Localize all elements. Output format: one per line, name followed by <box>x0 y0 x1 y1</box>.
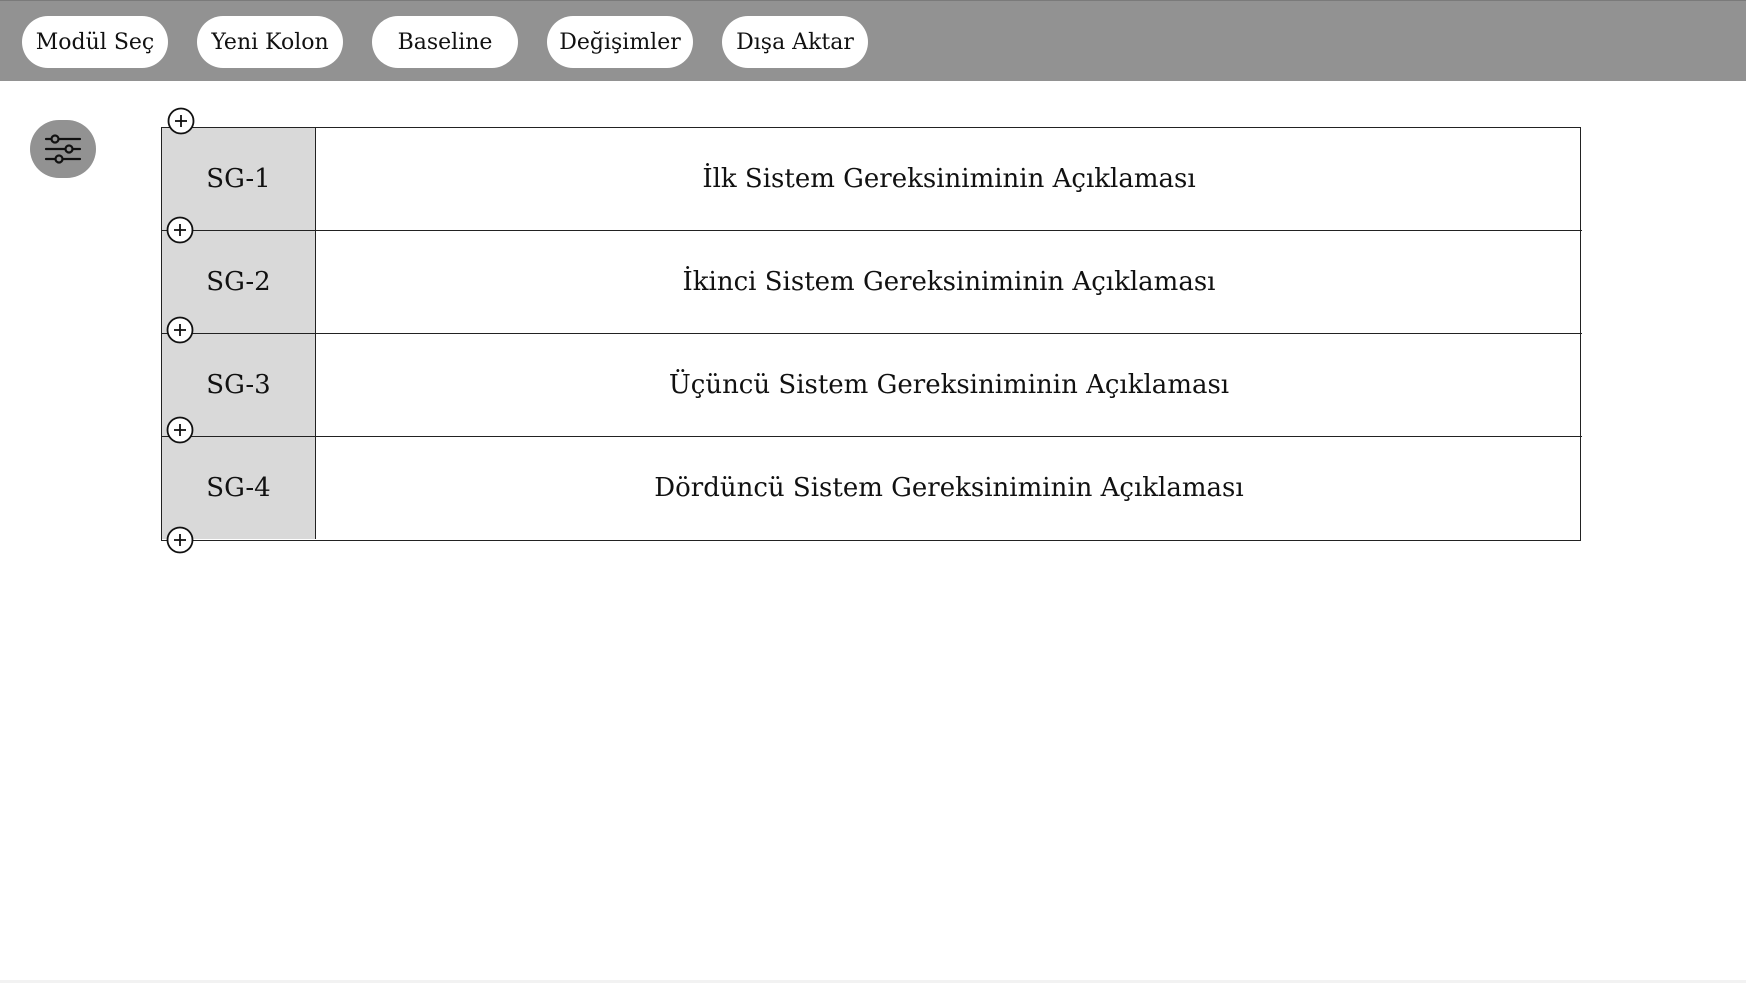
plus-circle-icon <box>166 526 194 554</box>
requirements-table: SG-1 İlk Sistem Gereksiniminin Açıklamas… <box>161 127 1582 541</box>
add-row-button[interactable] <box>166 416 194 444</box>
export-button[interactable]: Dışa Aktar <box>722 16 868 68</box>
requirement-id: SG-1 <box>162 128 316 230</box>
module-select-button[interactable]: Modül Seç <box>22 16 168 68</box>
plus-circle-icon <box>166 216 194 244</box>
add-row-button[interactable] <box>166 316 194 344</box>
plus-circle-icon <box>167 107 195 135</box>
plus-circle-icon <box>166 316 194 344</box>
sliders-icon <box>44 134 82 164</box>
requirement-description[interactable]: Dördüncü Sistem Gereksiniminin Açıklamas… <box>316 437 1582 539</box>
requirement-description[interactable]: İkinci Sistem Gereksiniminin Açıklaması <box>316 231 1582 333</box>
add-row-button[interactable] <box>167 107 195 135</box>
requirement-id: SG-4 <box>162 437 316 539</box>
requirement-description[interactable]: Üçüncü Sistem Gereksiniminin Açıklaması <box>316 334 1582 436</box>
toolbar: Modül Seç Yeni Kolon Baseline Değişimler… <box>0 0 1746 81</box>
table-row[interactable]: SG-2 İkinci Sistem Gereksiniminin Açıkla… <box>162 231 1582 334</box>
baseline-button[interactable]: Baseline <box>372 16 518 68</box>
filter-button[interactable] <box>30 120 96 178</box>
table-row[interactable]: SG-4 Dördüncü Sistem Gereksiniminin Açık… <box>162 437 1582 539</box>
plus-circle-icon <box>166 416 194 444</box>
requirement-description[interactable]: İlk Sistem Gereksiniminin Açıklaması <box>316 128 1582 230</box>
add-row-button[interactable] <box>166 526 194 554</box>
new-column-button[interactable]: Yeni Kolon <box>197 16 343 68</box>
table-row[interactable]: SG-1 İlk Sistem Gereksiniminin Açıklamas… <box>162 128 1582 231</box>
table-row[interactable]: SG-3 Üçüncü Sistem Gereksiniminin Açıkla… <box>162 334 1582 437</box>
add-row-button[interactable] <box>166 216 194 244</box>
changes-button[interactable]: Değişimler <box>547 16 693 68</box>
